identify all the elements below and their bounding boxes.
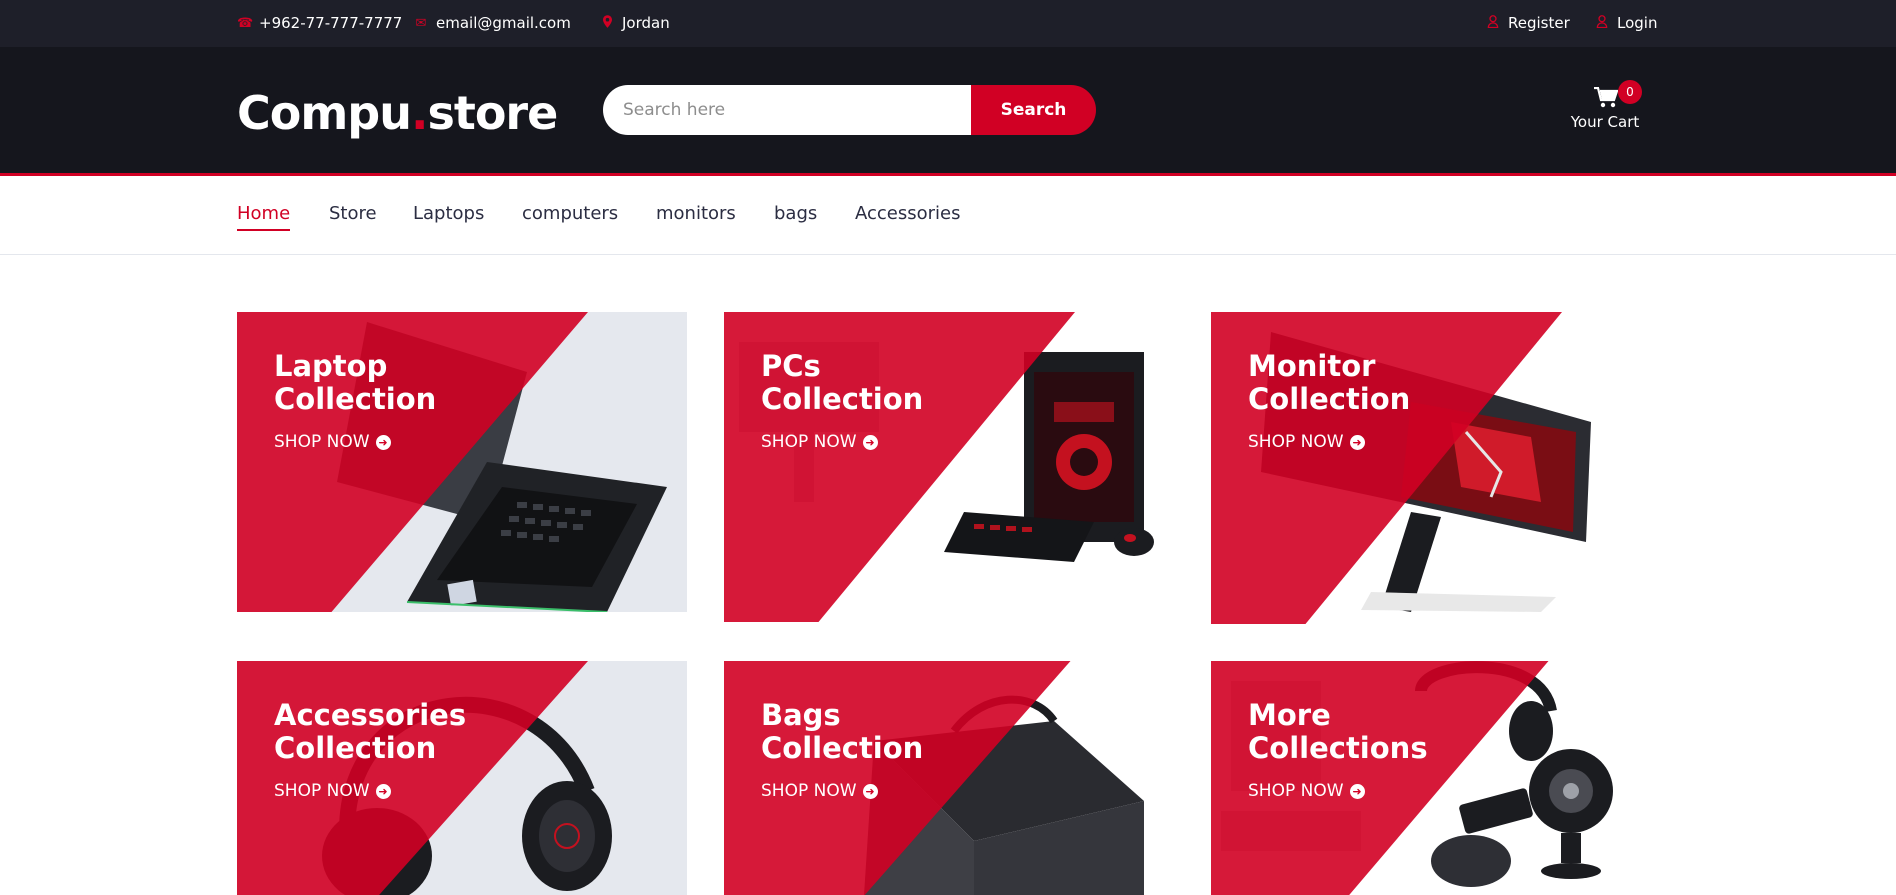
collection-title: PCs Collection xyxy=(761,350,923,416)
user-icon xyxy=(1486,14,1500,32)
collection-title-line2: Collections xyxy=(1248,731,1428,765)
phone-icon: ☎ xyxy=(237,15,254,31)
collection-title-line2: Collection xyxy=(1248,382,1411,416)
envelope-icon: ✉ xyxy=(415,15,427,31)
email-contact[interactable]: ✉ email@gmail.com xyxy=(414,14,571,32)
login-text: Login xyxy=(1617,14,1658,32)
collection-title: Bags Collection xyxy=(761,699,923,765)
arrow-circle-right-icon: ➜ xyxy=(862,783,878,799)
logo-dot: . xyxy=(410,86,429,140)
register-text: Register xyxy=(1508,14,1570,32)
collection-title-line1: Laptop xyxy=(274,349,388,383)
more-collection-card[interactable]: More Collections SHOP NOW ➜ xyxy=(1211,661,1661,895)
shop-now-link[interactable]: SHOP NOW ➜ xyxy=(1248,781,1365,801)
collection-title-line2: Collection xyxy=(761,382,924,416)
shop-now-text: SHOP NOW xyxy=(761,781,857,801)
search-input[interactable] xyxy=(603,85,971,135)
collection-title-line2: Collection xyxy=(274,382,437,416)
nav-accessories[interactable]: Accessories xyxy=(855,203,961,224)
arrow-circle-right-icon: ➜ xyxy=(375,434,391,450)
collection-title: Accessories Collection xyxy=(274,699,466,765)
cart-count-badge: 0 xyxy=(1618,80,1642,104)
collection-title-line1: PCs xyxy=(761,349,821,383)
collection-title: Monitor Collection xyxy=(1248,350,1410,416)
arrow-circle-right-icon: ➜ xyxy=(862,434,878,450)
arrow-circle-right-icon: ➜ xyxy=(1349,783,1365,799)
search-button[interactable]: Search xyxy=(971,85,1096,135)
top-header: ☎ +962-77-777-7777 ✉ email@gmail.com Jor… xyxy=(0,0,1896,47)
register-link[interactable]: Register xyxy=(1486,14,1570,32)
nav-computers[interactable]: computers xyxy=(522,203,618,224)
login-link[interactable]: Login xyxy=(1595,14,1657,32)
bags-collection-card[interactable]: Bags Collection SHOP NOW ➜ xyxy=(724,661,1174,895)
collection-title-line2: Collection xyxy=(761,731,924,765)
shopping-cart-icon xyxy=(1594,86,1619,115)
collection-title-line1: More xyxy=(1248,698,1331,732)
shop-now-text: SHOP NOW xyxy=(1248,432,1344,452)
nav-home[interactable]: Home xyxy=(237,203,291,231)
pcs-collection-card[interactable]: PCs Collection SHOP NOW ➜ xyxy=(724,312,1174,622)
collection-title: More Collections xyxy=(1248,699,1428,765)
arrow-circle-right-icon: ➜ xyxy=(375,783,391,799)
nav-bags[interactable]: bags xyxy=(774,203,817,224)
monitor-collection-card[interactable]: Monitor Collection SHOP NOW ➜ xyxy=(1211,312,1661,624)
main-nav: Home Store Laptops computers monitors ba… xyxy=(0,176,1896,255)
email-text: email@gmail.com xyxy=(436,14,571,32)
collection-title-line2: Collection xyxy=(274,731,437,765)
logo-text-store: store xyxy=(427,86,558,140)
logo-text-compu: Compu xyxy=(237,86,412,140)
location-text: Jordan xyxy=(622,14,670,32)
collection-title-line1: Accessories xyxy=(274,698,467,732)
nav-store[interactable]: Store xyxy=(329,203,377,224)
collection-title-line1: Monitor xyxy=(1248,349,1376,383)
accessories-collection-card[interactable]: Accessories Collection SHOP NOW ➜ xyxy=(237,661,687,895)
location-contact[interactable]: Jordan xyxy=(600,14,670,32)
collection-title-line1: Bags xyxy=(761,698,841,732)
collection-title: Laptop Collection xyxy=(274,350,436,416)
phone-contact[interactable]: ☎ +962-77-777-7777 xyxy=(237,14,402,32)
shop-now-text: SHOP NOW xyxy=(1248,781,1344,801)
nav-monitors[interactable]: monitors xyxy=(656,203,736,224)
shop-now-text: SHOP NOW xyxy=(274,432,370,452)
phone-text: +962-77-777-7777 xyxy=(259,14,403,32)
shop-now-link[interactable]: SHOP NOW ➜ xyxy=(1248,432,1365,452)
site-logo[interactable]: Compu.store xyxy=(237,86,558,140)
shop-now-link[interactable]: SHOP NOW ➜ xyxy=(761,781,878,801)
user-icon xyxy=(1595,14,1609,32)
arrow-circle-right-icon: ➜ xyxy=(1349,434,1365,450)
shop-now-text: SHOP NOW xyxy=(274,781,370,801)
laptop-collection-card[interactable]: Laptop Collection SHOP NOW ➜ xyxy=(237,312,687,612)
map-marker-icon xyxy=(600,14,614,32)
cart-label: Your Cart xyxy=(1570,113,1640,131)
shop-now-link[interactable]: SHOP NOW ➜ xyxy=(761,432,878,452)
nav-laptops[interactable]: Laptops xyxy=(413,203,484,224)
shop-now-text: SHOP NOW xyxy=(761,432,857,452)
shop-now-link[interactable]: SHOP NOW ➜ xyxy=(274,432,391,452)
main-header: Compu.store Search 0 Your Cart xyxy=(0,47,1896,176)
shop-now-link[interactable]: SHOP NOW ➜ xyxy=(274,781,391,801)
cart-button[interactable]: 0 Your Cart xyxy=(1568,80,1642,143)
